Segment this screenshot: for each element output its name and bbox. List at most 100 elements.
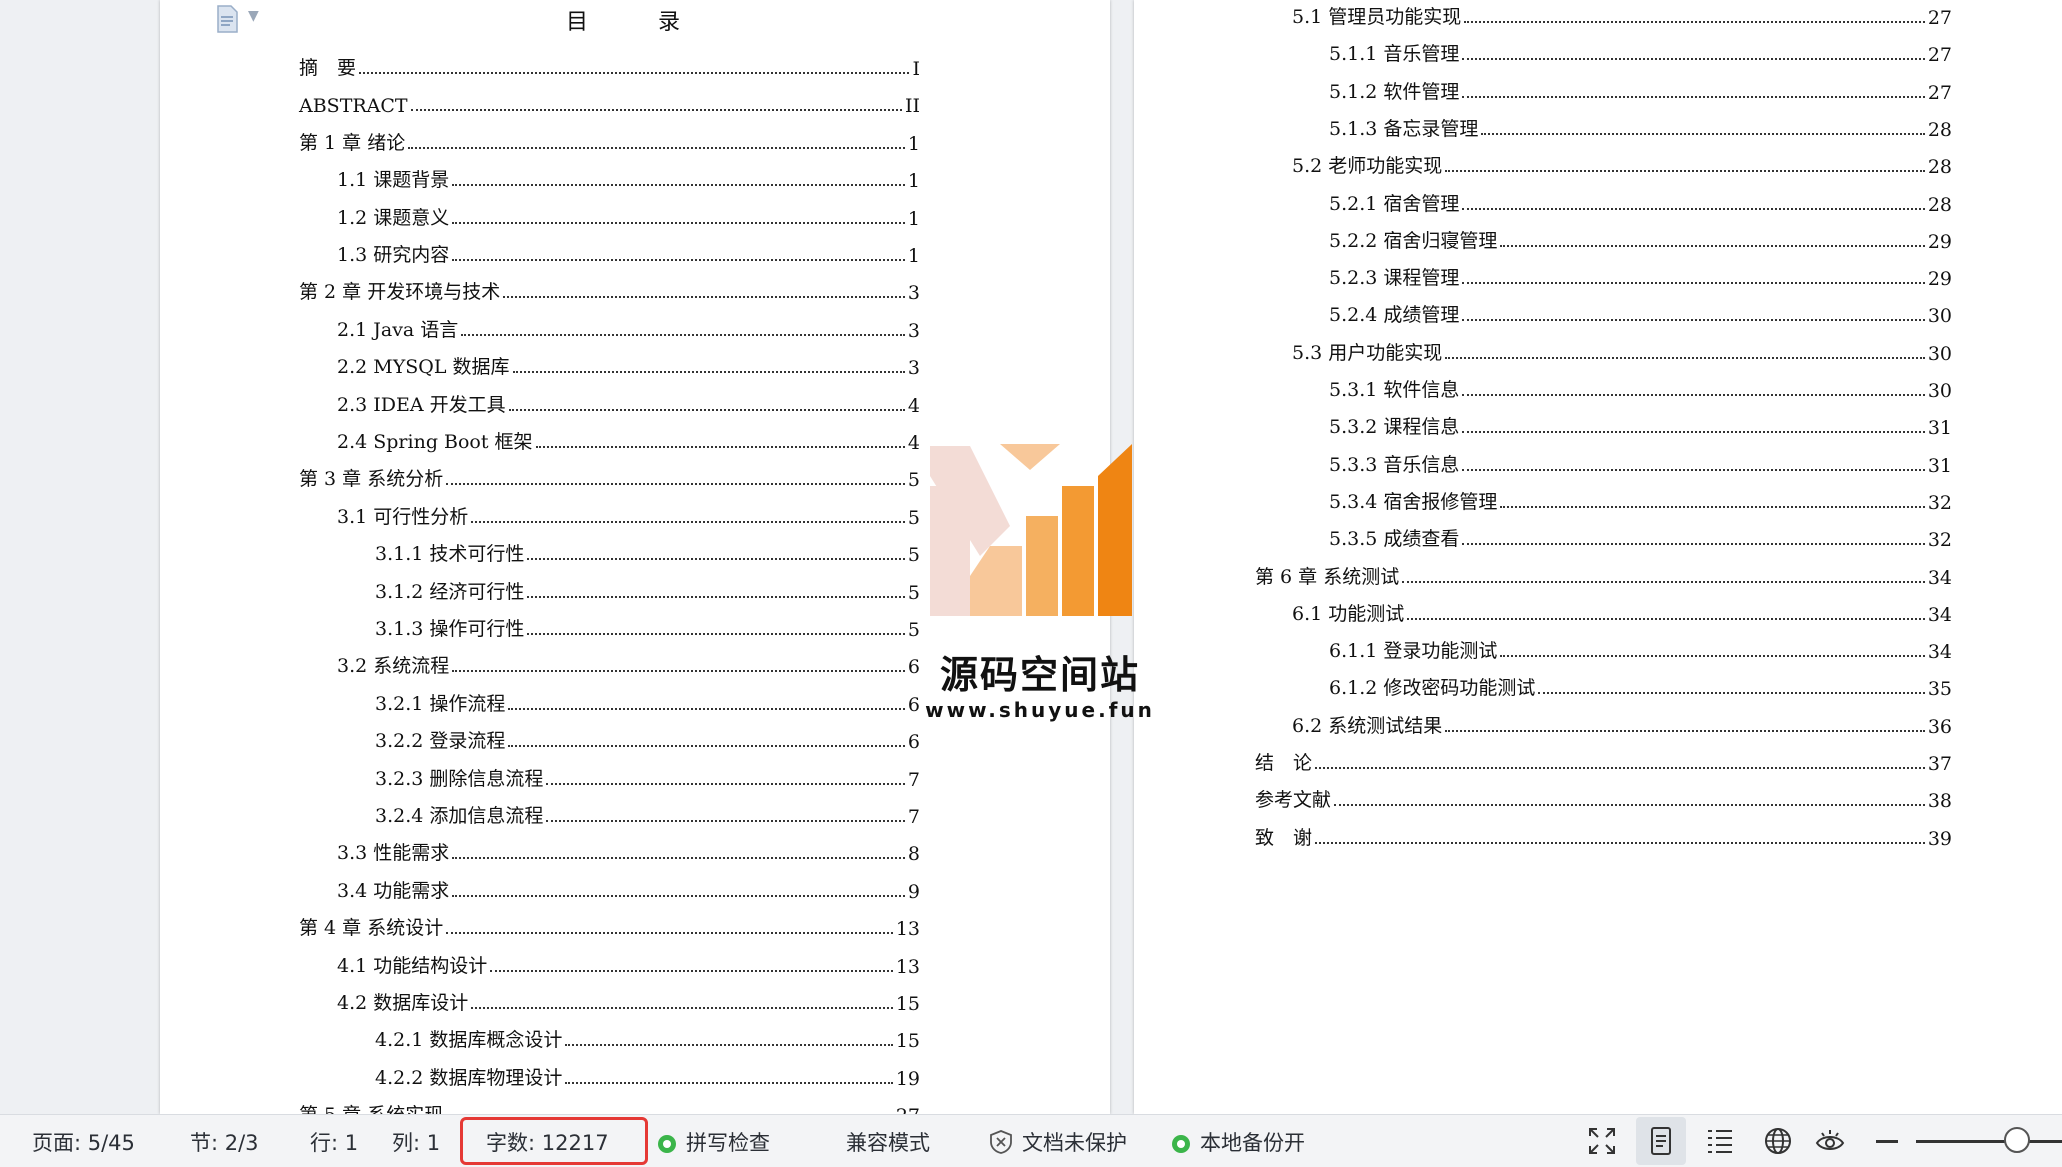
local-backup-button[interactable]: 本地备份开 <box>1172 1127 1305 1157</box>
toc-entry[interactable]: 1.3 研究内容 1 <box>337 237 920 267</box>
toc-entry[interactable]: 5.3.1 软件信息 30 <box>1329 372 1952 402</box>
toc-entry[interactable]: 5.1 管理员功能实现 27 <box>1292 0 1952 29</box>
toc-entry-title: 5.1.1 音乐管理 <box>1329 43 1460 66</box>
section-indicator[interactable]: 节: 2/3 <box>190 1127 259 1157</box>
toc-entry-page: 4 <box>907 432 920 454</box>
toc-entry[interactable]: 3.2.1 操作流程 6 <box>375 686 920 716</box>
toc-entry-title: 第 4 章 系统设计 <box>299 917 444 940</box>
toc-entry[interactable]: 4.2 数据库设计 15 <box>337 985 920 1015</box>
spell-check-icon <box>658 1135 676 1153</box>
toc-entry[interactable]: 3.4 功能需求 9 <box>337 873 920 903</box>
toc-entry-page: 35 <box>1927 678 1952 701</box>
toc-dot-leader <box>1462 282 1925 285</box>
toc-entry-title: 3.2.3 删除信息流程 <box>375 767 544 790</box>
toc-entry[interactable]: 第 1 章 绪论 1 <box>299 125 920 155</box>
toc-entry[interactable]: 3.2.4 添加信息流程 7 <box>375 798 920 828</box>
toc-dot-leader <box>1315 841 1925 844</box>
toc-dot-leader <box>1500 505 1925 508</box>
toc-entry[interactable]: 5.2.2 宿舍归寝管理 29 <box>1329 223 1952 253</box>
toc-entry-page: 5 <box>907 469 920 492</box>
toc-entry[interactable]: 6.1.2 修改密码功能测试 35 <box>1329 670 1952 700</box>
toc-dot-leader <box>1500 244 1925 247</box>
toc-entry[interactable]: 3.1 可行性分析 5 <box>337 499 920 529</box>
toc-entry[interactable]: 3.3 性能需求 8 <box>337 835 920 865</box>
toc-entry[interactable]: 致 谢 39 <box>1255 820 1952 850</box>
toc-entry[interactable]: 3.2.2 登录流程 6 <box>375 723 920 753</box>
reading-mode-icon[interactable] <box>1814 1125 1846 1157</box>
toc-entry[interactable]: 3.2.3 删除信息流程 7 <box>375 761 920 791</box>
toc-entry-page: 1 <box>907 132 920 155</box>
word-count[interactable]: 字数: 12217 <box>486 1127 609 1157</box>
toc-dot-leader <box>1538 692 1925 695</box>
toc-entry[interactable]: 5.3.4 宿舍报修管理 32 <box>1329 484 1952 514</box>
doc-protect-button[interactable]: 文档未保护 <box>988 1127 1127 1157</box>
toc-dot-leader <box>1462 95 1925 98</box>
line-indicator[interactable]: 行: 1 <box>310 1127 358 1157</box>
toc-entry-page: 27 <box>896 1105 920 1114</box>
spell-check-label: 拼写检查 <box>686 1131 770 1155</box>
outline-view-icon[interactable] <box>1704 1125 1736 1157</box>
toc-entry[interactable]: 5.3.5 成绩查看 32 <box>1329 521 1952 551</box>
toc-entry[interactable]: 5.2.3 课程管理 29 <box>1329 260 1952 290</box>
fullscreen-icon[interactable] <box>1586 1125 1618 1157</box>
zoom-out-button[interactable] <box>1876 1140 1898 1143</box>
toc-entry-title: 第 1 章 绪论 <box>299 131 406 154</box>
toc-dot-leader <box>1462 58 1925 61</box>
toc-entry[interactable]: 3.2 系统流程 6 <box>337 648 920 678</box>
toc-entry[interactable]: 1.2 课题意义 1 <box>337 200 920 230</box>
zoom-slider-track[interactable] <box>1916 1140 2062 1143</box>
toc-entry[interactable]: 5.2.4 成绩管理 30 <box>1329 297 1952 327</box>
column-indicator[interactable]: 列: 1 <box>392 1127 440 1157</box>
toc-entry[interactable]: 第 4 章 系统设计 13 <box>299 910 920 940</box>
toc-entry-page: 1 <box>907 207 920 230</box>
toc-entry[interactable]: 2.1 Java 语言 3 <box>337 312 920 342</box>
toc-entry[interactable]: 5.3.3 音乐信息 31 <box>1329 447 1952 477</box>
toc-entry[interactable]: 4.2.2 数据库物理设计 19 <box>375 1060 920 1090</box>
toc-entry-title: 3.2.4 添加信息流程 <box>375 805 544 827</box>
toc-entry[interactable]: ABSTRACT II <box>299 87 920 117</box>
toc-entry[interactable]: 摘 要I <box>299 50 920 80</box>
toc-entry[interactable]: 2.4 Spring Boot 框架 4 <box>337 424 920 454</box>
toc-entry-title: 第 3 章 系统分析 <box>299 468 444 491</box>
toc-entry[interactable]: 6.2 系统测试结果 36 <box>1292 708 1952 738</box>
zoom-slider-thumb[interactable] <box>2004 1127 2030 1153</box>
toc-entry-title: 5.3.5 成绩查看 <box>1329 528 1460 551</box>
toc-entry[interactable]: 参考文献 38 <box>1255 782 1952 812</box>
toc-entry[interactable]: 5.3.2 课程信息 31 <box>1329 409 1952 439</box>
toc-entry[interactable]: 2.2 MYSQL 数据库 3 <box>337 349 920 379</box>
toc-entry[interactable]: 4.1 功能结构设计 13 <box>337 948 920 978</box>
toc-entry-title: 5.1 管理员功能实现 <box>1292 6 1462 28</box>
spell-check-button[interactable]: 拼写检查 <box>658 1127 770 1157</box>
status-bar: 页面: 5/45 节: 2/3 行: 1 列: 1 字数: 12217 拼写检查… <box>0 1114 2062 1167</box>
toc-entry[interactable]: 第 3 章 系统分析 5 <box>299 461 920 491</box>
toc-entry[interactable]: 5.1.3 备忘录管理 28 <box>1329 111 1952 141</box>
toc-entry[interactable]: 第 6 章 系统测试 34 <box>1255 559 1952 589</box>
toc-entry-title: 1.2 课题意义 <box>337 206 450 229</box>
toc-entry[interactable]: 5.3 用户功能实现 30 <box>1292 335 1952 365</box>
toc-entry[interactable]: 6.1.1 登录功能测试 34 <box>1329 633 1952 663</box>
toc-entry-page: 19 <box>895 1067 920 1090</box>
toc-entry[interactable]: 6.1 功能测试 34 <box>1292 596 1952 626</box>
toc-entry[interactable]: 2.3 IDEA 开发工具 4 <box>337 387 920 417</box>
toc-entry[interactable]: 结 论 37 <box>1255 745 1952 775</box>
toc-entry[interactable]: 5.1.2 软件管理 27 <box>1329 74 1952 104</box>
toc-entry[interactable]: 1.1 课题背景 1 <box>337 162 920 192</box>
toc-entry[interactable]: 3.1.2 经济可行性 5 <box>375 574 920 604</box>
toc-entry[interactable]: 5.1.1 音乐管理 27 <box>1329 36 1952 66</box>
toc-entry[interactable]: 5.2.1 宿舍管理 28 <box>1329 186 1952 216</box>
toc-entry[interactable]: 3.1.1 技术可行性 5 <box>375 536 920 566</box>
page-view-icon[interactable] <box>1645 1125 1677 1157</box>
toc-entry[interactable]: 5.2 老师功能实现 28 <box>1292 148 1952 178</box>
toc-dot-leader <box>1445 356 1925 359</box>
toc-entry[interactable]: 第 2 章 开发环境与技术 3 <box>299 274 920 304</box>
doc-protect-label: 文档未保护 <box>1022 1131 1127 1155</box>
toc-entry[interactable]: 第 5 章 系统实现 27 <box>299 1097 920 1114</box>
toc-entry[interactable]: 3.1.3 操作可行性 5 <box>375 611 920 641</box>
web-view-icon[interactable] <box>1762 1125 1794 1157</box>
compat-mode-label[interactable]: 兼容模式 <box>846 1127 930 1157</box>
page-indicator[interactable]: 页面: 5/45 <box>32 1127 135 1157</box>
toc-entry-title: 3.1.1 技术可行性 <box>375 543 525 566</box>
toc-entry-title: 摘 要 <box>299 57 357 79</box>
toc-dot-leader <box>1500 655 1925 658</box>
toc-entry[interactable]: 4.2.1 数据库概念设计 15 <box>375 1022 920 1052</box>
